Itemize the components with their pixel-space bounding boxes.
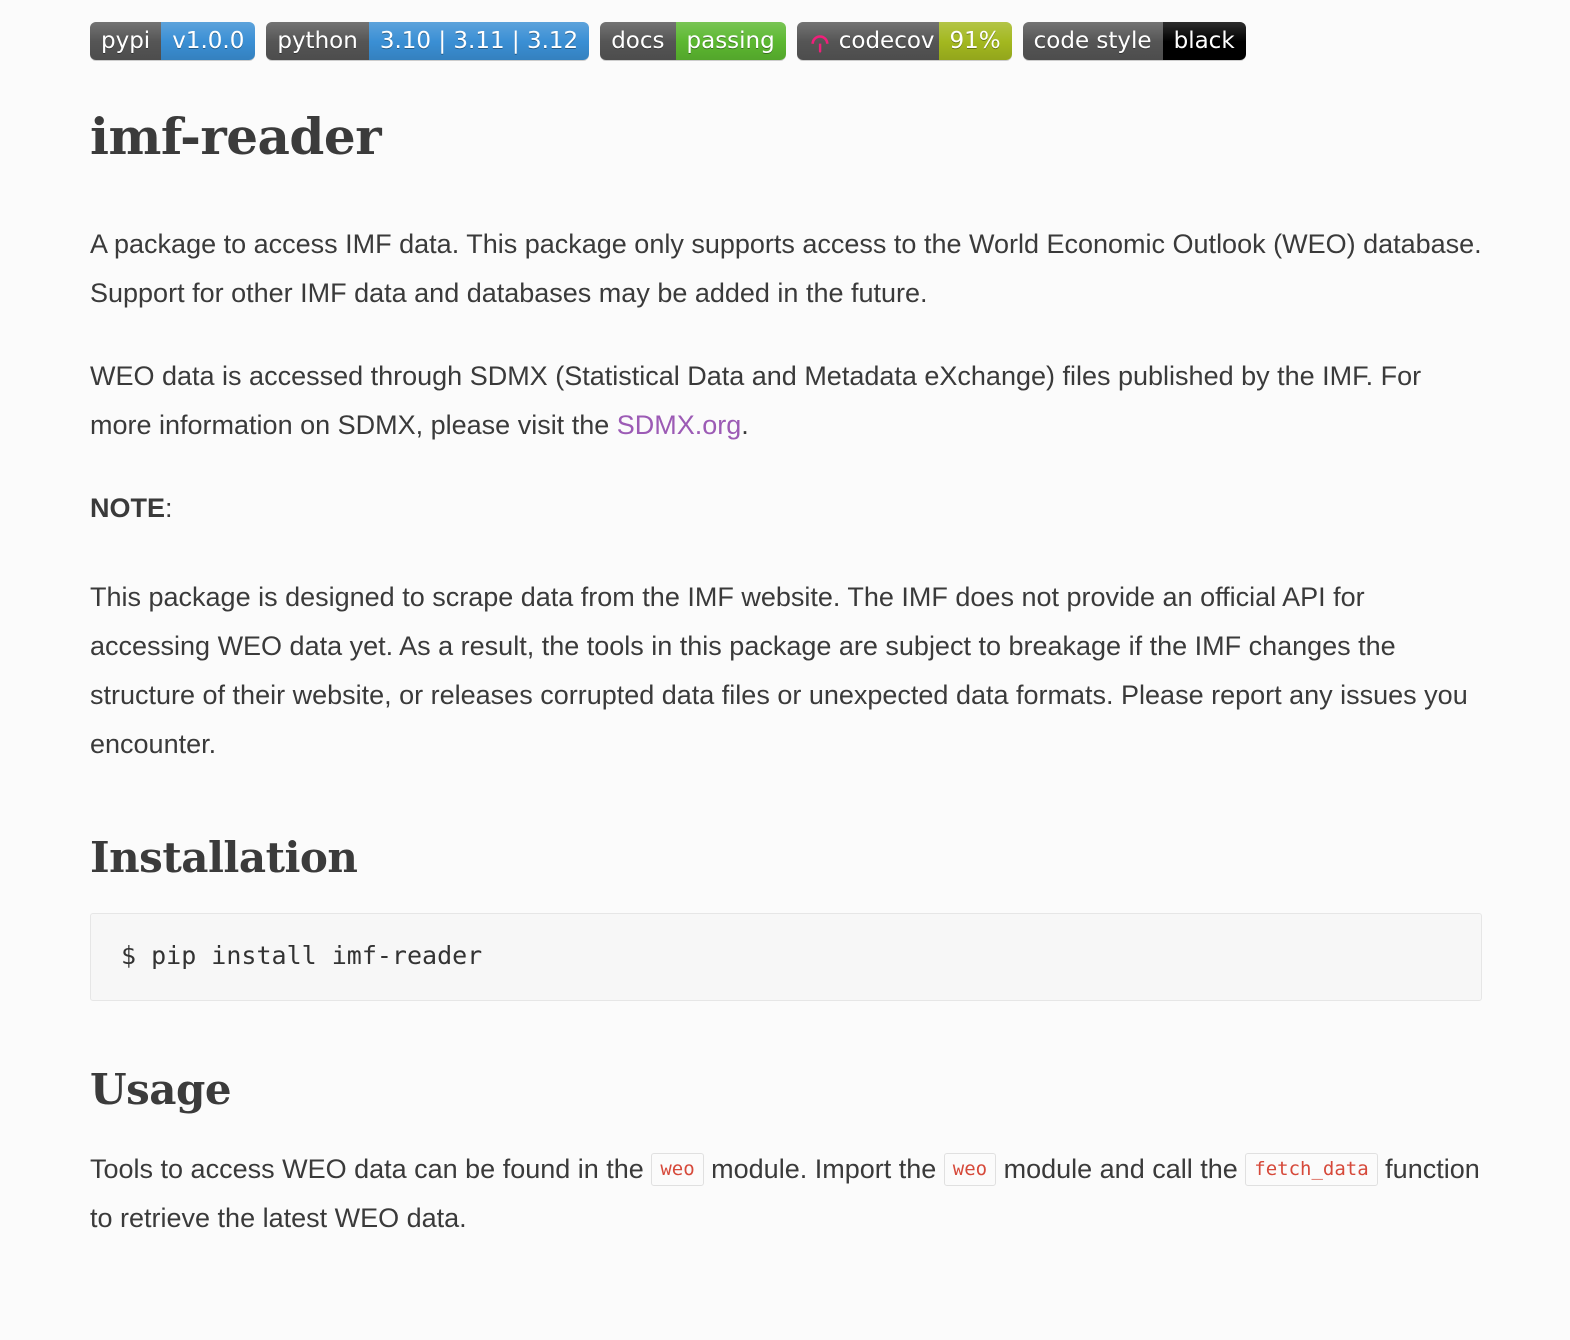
docs-badge-left-label: docs [600, 22, 676, 60]
intro-paragraph: A package to access IMF data. This packa… [90, 229, 1482, 308]
usage-text-2: module. Import the [703, 1154, 944, 1184]
codecov-badge-right-label: 91% [938, 22, 1012, 60]
usage-heading: Usage [90, 1065, 232, 1114]
codecov-badge-left: codecov [796, 22, 939, 60]
note-body-paragraph: This package is designed to scrape data … [90, 582, 1468, 759]
note-label-paragraph: NOTE: [90, 484, 1482, 533]
installation-heading: Installation [90, 833, 358, 882]
weo-module-code-2: weo [943, 1153, 997, 1186]
python-badge-left-label: python [266, 22, 369, 60]
install-code-block: $ pip install imf-reader [90, 913, 1482, 1001]
badge-row: pypi v1.0.0 python 3.10 | 3.11 | 3.12 do… [90, 18, 1482, 64]
fetch-data-code: fetch_data [1245, 1153, 1378, 1186]
codecov-umbrella-icon [808, 30, 832, 54]
pypi-version-badge[interactable]: pypi v1.0.0 [90, 22, 256, 60]
codecov-badge-left-label: codecov [838, 28, 935, 54]
python-badge-right-label: 3.10 | 3.11 | 3.12 [368, 22, 590, 60]
note-colon: : [165, 493, 173, 523]
readme-page: pypi v1.0.0 python 3.10 | 3.11 | 3.12 do… [0, 0, 1570, 1243]
docs-status-badge[interactable]: docs passing [600, 22, 786, 60]
page-title: imf-reader [90, 107, 382, 166]
pypi-badge-left-label: pypi [90, 22, 162, 60]
docs-badge-right-label: passing [675, 22, 786, 60]
usage-text-1: Tools to access WEO data can be found in… [90, 1154, 652, 1184]
sdmx-org-link[interactable]: SDMX.org [617, 410, 742, 440]
usage-text-3: module and call the [996, 1154, 1246, 1184]
code-style-badge-left-label: code style [1022, 22, 1163, 60]
code-style-badge[interactable]: code style black [1022, 22, 1246, 60]
usage-paragraph: Tools to access WEO data can be found in… [90, 1145, 1482, 1243]
weo-module-code-1: weo [651, 1153, 704, 1186]
sdmx-paragraph-text-before: WEO data is accessed through SDMX (Stati… [90, 361, 1422, 440]
sdmx-paragraph-text-after: . [741, 410, 749, 440]
python-versions-badge[interactable]: python 3.10 | 3.11 | 3.12 [266, 22, 590, 60]
codecov-badge[interactable]: codecov 91% [796, 22, 1012, 60]
install-command: $ pip install imf-reader [121, 941, 483, 970]
pypi-badge-right-label: v1.0.0 [161, 22, 256, 60]
code-style-badge-right-label: black [1162, 22, 1246, 60]
note-label: NOTE [90, 493, 166, 523]
sdmx-paragraph: WEO data is accessed through SDMX (Stati… [90, 352, 1482, 450]
